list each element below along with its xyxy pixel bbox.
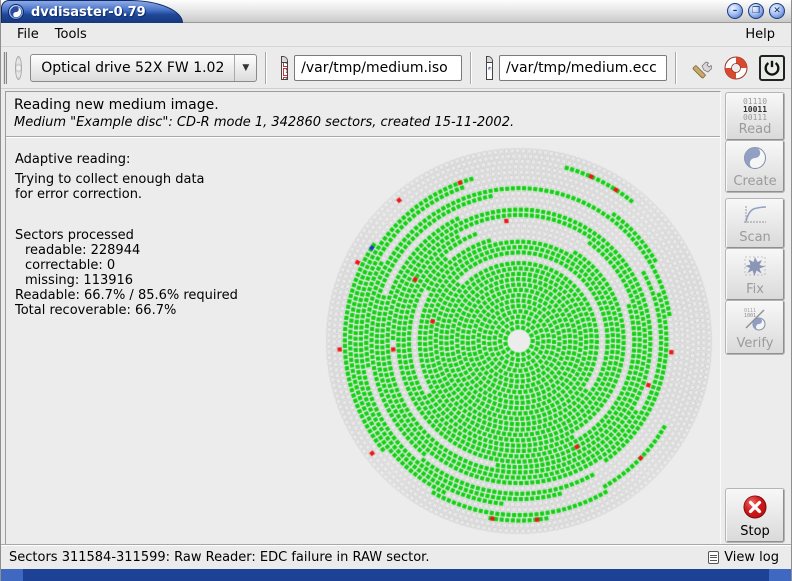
progress-line1: Trying to collect enough data — [15, 172, 238, 187]
toolbar-grip[interactable] — [3, 52, 7, 84]
minimize-button[interactable]: – — [727, 3, 743, 19]
verify-button[interactable]: 0111 1001 Verify — [726, 301, 784, 354]
drive-selector-value: Optical drive 52X FW 1.02 — [31, 55, 234, 81]
log-list-icon — [708, 551, 719, 564]
status-message: Sectors 311584-311599: Raw Reader: EDC f… — [9, 550, 704, 565]
resize-grip-right[interactable] — [769, 569, 791, 581]
total-recoverable: Total recoverable: 66.7% — [15, 303, 238, 318]
drive-selector[interactable]: Optical drive 52X FW 1.02 ▼ — [30, 54, 257, 82]
toolbar-separator — [675, 52, 677, 84]
main-panel: Reading new medium image. Medium "Exampl… — [5, 91, 721, 545]
reading-content: Adaptive reading: Trying to collect enou… — [6, 138, 720, 544]
iso-path-input[interactable] — [294, 55, 462, 81]
toolbar-separator — [265, 52, 267, 84]
action-sidebar: 01110 10011 00111 Read Create — [721, 91, 787, 545]
menu-tools[interactable]: Tools — [47, 25, 95, 44]
menu-file[interactable]: File — [9, 25, 47, 44]
optical-disc-icon — [15, 56, 22, 80]
progress-panel: Adaptive reading: Trying to collect enou… — [15, 152, 238, 318]
sectors-processed-heading: Sectors processed — [15, 228, 238, 243]
quit-power-icon[interactable] — [759, 55, 785, 81]
yin-yang-create-icon — [727, 146, 783, 174]
menubar: File Tools Help — [1, 23, 791, 47]
view-log-label: View log — [724, 550, 779, 565]
svg-text:1001: 1001 — [744, 313, 756, 319]
scan-button[interactable]: Scan — [726, 199, 784, 248]
progress-line2: for error correction. — [15, 187, 238, 202]
statusbar: Sectors 311584-311599: Raw Reader: EDC f… — [1, 545, 791, 569]
window-bottom-frame[interactable] — [1, 569, 791, 581]
medium-info-line: Medium "Example disc": CD-R mode 1, 3428… — [14, 115, 712, 130]
readable-percentage: Readable: 66.7% / 85.6% required — [15, 288, 238, 303]
fix-splat-icon — [727, 254, 783, 282]
sectors-readable: readable: 228944 — [15, 243, 238, 258]
ecc-file-yin-yang-icon — [486, 56, 493, 80]
verify-compare-icon: 0111 1001 — [727, 306, 783, 336]
adaptive-reading-heading: Adaptive reading: — [15, 152, 238, 167]
action-status-line: Reading new medium image. — [14, 97, 712, 113]
titlebar-tab: dvdisaster-0.79 — [1, 0, 183, 23]
work-area: Reading new medium image. Medium "Exampl… — [1, 89, 791, 545]
chevron-down-icon[interactable]: ▼ — [234, 55, 256, 81]
titlebar[interactable]: dvdisaster-0.79 – ❒ ✕ — [1, 0, 791, 23]
sectors-correctable: correctable: 0 — [15, 258, 238, 273]
stop-button[interactable]: Stop — [726, 489, 784, 542]
create-button[interactable]: Create — [726, 141, 784, 192]
fix-button[interactable]: Fix — [726, 249, 784, 300]
close-button[interactable]: ✕ — [769, 3, 785, 19]
stop-x-icon — [727, 494, 783, 524]
read-button[interactable]: 01110 10011 00111 Read — [726, 93, 784, 140]
scan-graph-icon — [727, 204, 783, 230]
help-lifebuoy-icon[interactable] — [723, 55, 749, 81]
view-log-button[interactable]: View log — [704, 549, 783, 566]
sectors-missing: missing: 113916 — [15, 273, 238, 288]
resize-grip-left[interactable] — [1, 569, 23, 581]
iso-file-icon: 011 10011 00111 — [281, 56, 288, 80]
preferences-wrench-icon[interactable] — [687, 55, 713, 81]
menu-help[interactable]: Help — [737, 25, 783, 44]
window-title: dvdisaster-0.79 — [31, 5, 146, 20]
dvdisaster-window: dvdisaster-0.79 – ❒ ✕ File Tools Help Op… — [0, 0, 792, 581]
toolbar-separator — [470, 52, 472, 84]
toolbar: Optical drive 52X FW 1.02 ▼ 011 10011 00… — [1, 47, 791, 89]
maximize-button[interactable]: ❒ — [748, 3, 764, 19]
yin-yang-logo-icon — [8, 4, 24, 20]
ecc-path-input[interactable] — [499, 55, 667, 81]
